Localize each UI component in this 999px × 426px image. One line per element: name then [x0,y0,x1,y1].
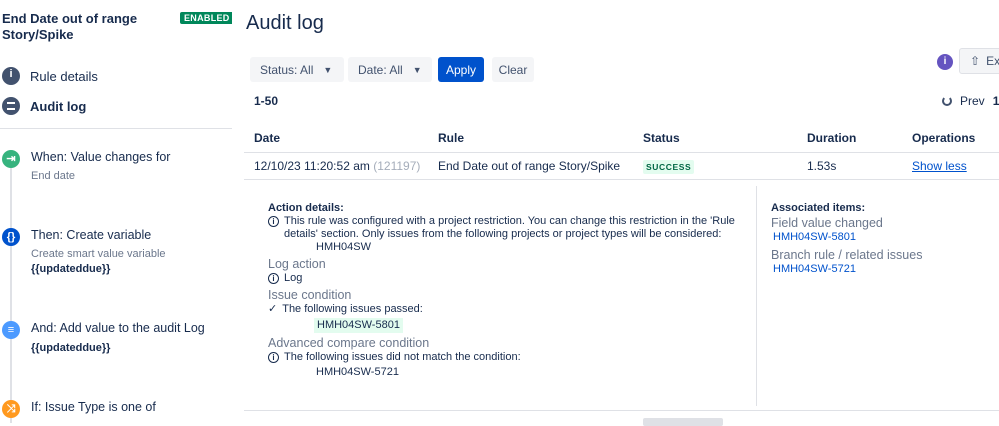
sidebar-divider [0,128,232,129]
info-icon: i [268,216,279,227]
column-header-duration[interactable]: Duration [807,131,856,145]
log-icon: ≡ [2,321,20,339]
step-smart-value: {{updateddue}} [31,342,111,354]
export-icon: ⇧ [970,54,981,68]
nav-label: Audit log [30,98,87,114]
issue-condition-text: The following issues passed: [282,303,423,315]
details-divider [756,186,757,406]
column-header-rule[interactable]: Rule [438,131,464,145]
show-less-link[interactable]: Show less [912,159,967,173]
field-changed-title: Field value changed [771,216,883,230]
date-filter-label: Date: All [358,62,403,77]
associated-items: Associated items: Field value changed HM… [771,202,922,276]
info-icon: i [268,273,279,284]
status-badge: SUCCESS [643,160,695,174]
shuffle-icon: ⤨ [2,400,20,418]
export-label: Ex [986,54,999,68]
advanced-condition-text: The following issues did not match the c… [284,351,521,363]
list-icon [2,97,20,115]
column-header-status[interactable]: Status [643,131,680,145]
column-header-date[interactable]: Date [254,131,280,145]
info-icon[interactable]: i [937,54,953,70]
row-date: 12/10/23 11:20:52 am (121197) [254,159,420,173]
main-content: Audit log Status: All ▼ Date: All ▼ Appl… [232,0,999,426]
row-date-value: 12/10/23 11:20:52 am [254,159,370,173]
prev-button[interactable]: Prev [960,94,985,108]
enabled-badge[interactable]: ENABLED [180,12,232,24]
range-label: 1-50 [254,94,279,108]
restriction-line: i This rule was configured with a projec… [268,215,738,228]
header-divider [244,152,999,153]
step-audit-log[interactable]: ≡ And: Add value to the audit Log {{upda… [2,321,230,361]
log-action-title: Log action [268,257,326,271]
status-filter-label: Status: All [260,62,314,77]
nav-label: Rule details [30,68,98,84]
step-subtitle: End date [31,170,76,182]
project-key: HMH04SW [316,241,372,253]
log-action-text: Log [284,272,303,284]
info-icon [2,67,20,85]
page-title: Audit log [246,12,324,34]
step-subtitle: Create smart value variable [31,248,166,260]
failed-issue-key: HMH04SW-5721 [316,366,399,378]
refresh-icon[interactable] [942,96,952,106]
clear-button[interactable]: Clear [492,57,534,82]
restriction-text-2: details' section. Only issues from the f… [284,228,722,240]
branch-title: Branch rule / related issues [771,248,923,262]
next-row-status-badge [643,418,723,426]
braces-icon: {} [2,228,20,246]
restriction-text-1: This rule was configured with a project … [284,215,735,227]
row-duration: 1.53s [807,159,837,173]
column-header-operations: Operations [912,131,976,145]
row-id: (121197) [373,159,421,173]
date-filter[interactable]: Date: All ▼ [348,57,432,82]
pagination: Prev 1 [942,94,999,108]
action-details: Action details: i This rule was configur… [268,202,738,379]
associated-heading: Associated items: [771,202,866,214]
apply-button[interactable]: Apply [438,57,484,82]
issue-condition-title: Issue condition [268,288,352,302]
chevron-down-icon: ▼ [323,64,333,75]
step-title: And: Add value to the audit Log [31,321,205,335]
export-button[interactable]: ⇧ Ex [959,48,999,74]
step-smart-value: {{updateddue}} [31,263,111,275]
timeline-line [10,160,12,423]
issue-condition-line: ✓ The following issues passed: [268,303,738,316]
advanced-condition-line: i The following issues did not match the… [268,351,738,364]
status-filter[interactable]: Status: All ▼ [250,57,344,82]
details-panel: Action details: i This rule was configur… [244,180,999,411]
branch-link[interactable]: HMH04SW-5721 [771,263,922,276]
step-title: Then: Create variable [31,228,152,242]
sidebar: End Date out of range Story/Spike ENABLE… [0,0,232,423]
chevron-down-icon: ▼ [412,64,422,75]
nav-audit-log[interactable]: Audit log [2,97,86,115]
page-number[interactable]: 1 [993,94,999,108]
field-changed-link[interactable]: HMH04SW-5801 [771,231,922,244]
nav-rule-details[interactable]: Rule details [2,67,98,85]
row-rule: End Date out of range Story/Spike [438,159,621,173]
trigger-icon: ⇥ [2,150,20,168]
step-issue-type[interactable]: ⤨ If: Issue Type is one of [2,400,230,423]
passed-issue-key[interactable]: HMH04SW-5801 [314,318,403,333]
log-action-line: i Log [268,272,738,285]
step-trigger[interactable]: ⇥ When: Value changes for End date [2,150,230,190]
advanced-condition-title: Advanced compare condition [268,336,430,350]
step-title: If: Issue Type is one of [31,400,156,414]
action-details-heading: Action details: [268,202,344,214]
step-title: When: Value changes for [31,150,171,164]
rule-title: End Date out of range Story/Spike [2,11,138,42]
step-create-variable[interactable]: {} Then: Create variable Create smart va… [2,228,230,278]
checkmark-icon: ✓ [268,303,278,315]
info-icon: i [268,352,279,363]
